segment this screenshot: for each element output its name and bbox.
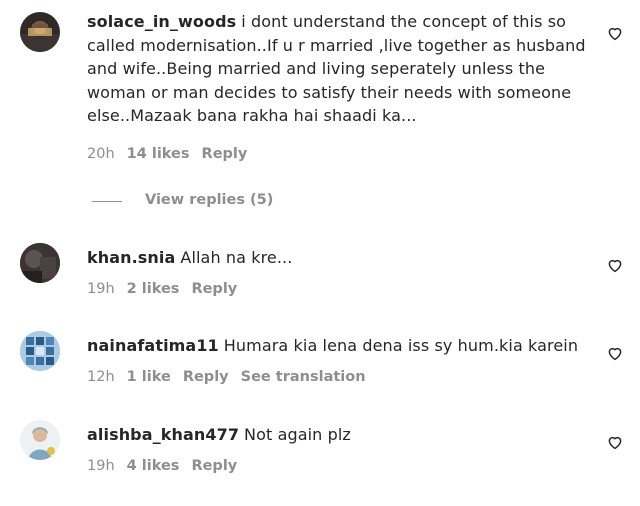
like-button[interactable] <box>606 256 624 274</box>
comment-text: khan.snia Allah na kre... <box>87 246 587 270</box>
reply-button[interactable]: Reply <box>183 369 229 385</box>
like-count[interactable]: 2 likes <box>127 281 180 297</box>
avatar[interactable] <box>20 12 60 52</box>
comment-meta: 19h 4 likes Reply <box>87 458 249 474</box>
like-count[interactable]: 14 likes <box>127 146 190 162</box>
comment-username[interactable]: solace_in_woods <box>87 12 236 31</box>
heart-outline-icon <box>608 27 622 41</box>
avatar[interactable] <box>20 243 60 283</box>
comment-time[interactable]: 19h <box>87 458 115 474</box>
like-button[interactable] <box>606 344 624 362</box>
like-count[interactable]: 1 like <box>127 369 171 385</box>
comment-body: Allah na kre... <box>180 248 293 267</box>
comment-time[interactable]: 19h <box>87 281 115 297</box>
comment-text: nainafatima11 Humara kia lena dena iss sy… <box>87 334 587 358</box>
comment-text: alishba_khan477 Not again plz <box>87 423 587 447</box>
comment-username[interactable]: alishba_khan477 <box>87 425 239 444</box>
comment-text: solace_in_woods i dont understand the con… <box>87 10 587 128</box>
comment-time[interactable]: 12h <box>87 369 115 385</box>
like-button[interactable] <box>606 433 624 451</box>
avatar[interactable] <box>20 331 60 371</box>
like-count[interactable]: 4 likes <box>127 458 180 474</box>
reply-button[interactable]: Reply <box>191 281 237 297</box>
comment-meta: 12h 1 like Reply See translation <box>87 369 378 385</box>
divider-line <box>92 201 122 202</box>
view-replies-label[interactable]: View replies (5) <box>145 192 273 208</box>
comment-username[interactable]: nainafatima11 <box>87 336 219 355</box>
heart-outline-icon <box>608 259 622 273</box>
heart-outline-icon <box>608 436 622 450</box>
comment-meta: 20h 14 likes Reply <box>87 146 259 162</box>
comment-time[interactable]: 20h <box>87 146 115 162</box>
avatar[interactable] <box>20 420 60 460</box>
see-translation-button[interactable]: See translation <box>241 369 366 385</box>
heart-outline-icon <box>608 347 622 361</box>
comment-username[interactable]: khan.snia <box>87 248 175 267</box>
reply-button[interactable]: Reply <box>191 458 237 474</box>
comment-body: Humara kia lena dena iss sy hum.kia kare… <box>223 336 579 355</box>
comment-meta: 19h 2 likes Reply <box>87 281 249 297</box>
reply-button[interactable]: Reply <box>202 146 248 162</box>
comment-body: Not again plz <box>244 425 351 444</box>
like-button[interactable] <box>606 24 624 42</box>
